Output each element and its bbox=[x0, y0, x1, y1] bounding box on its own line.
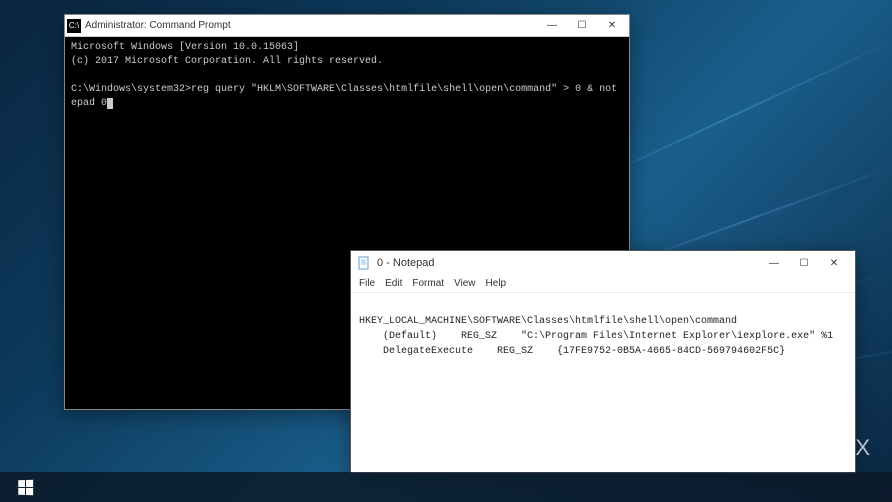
windows-logo-icon bbox=[18, 479, 33, 494]
notepad-content-line: HKEY_LOCAL_MACHINE\SOFTWARE\Classes\html… bbox=[359, 316, 737, 327]
cmd-title: Administrator: Command Prompt bbox=[85, 20, 537, 31]
cmd-output-line: (c) 2017 Microsoft Corporation. All righ… bbox=[71, 56, 383, 67]
menu-format[interactable]: Format bbox=[412, 278, 444, 289]
cmd-output-line: Microsoft Windows [Version 10.0.15063] bbox=[71, 42, 299, 53]
close-button[interactable]: ✕ bbox=[819, 253, 849, 273]
notepad-text-area[interactable]: HKEY_LOCAL_MACHINE\SOFTWARE\Classes\html… bbox=[351, 293, 855, 365]
notepad-content-line: DelegateExecute REG_SZ {17FE9752-0B5A-46… bbox=[359, 346, 785, 357]
minimize-button[interactable]: — bbox=[759, 253, 789, 273]
start-button[interactable] bbox=[8, 472, 42, 502]
maximize-button[interactable]: ☐ bbox=[567, 16, 597, 36]
cursor-icon bbox=[107, 98, 113, 109]
minimize-button[interactable]: — bbox=[537, 16, 567, 36]
notepad-window-controls: — ☐ ✕ bbox=[759, 253, 849, 273]
menu-view[interactable]: View bbox=[454, 278, 476, 289]
notepad-icon bbox=[357, 256, 371, 270]
notepad-title: 0 - Notepad bbox=[377, 257, 759, 269]
menu-file[interactable]: File bbox=[359, 278, 375, 289]
close-button[interactable]: ✕ bbox=[597, 16, 627, 36]
cmd-window-controls: — ☐ ✕ bbox=[537, 16, 627, 36]
cmd-prompt: C:\Windows\system32> bbox=[71, 84, 191, 95]
notepad-content-line: (Default) REG_SZ "C:\Program Files\Inter… bbox=[359, 331, 833, 342]
cmd-icon: C:\ bbox=[67, 19, 81, 33]
notepad-menubar: File Edit Format View Help bbox=[351, 275, 855, 293]
menu-edit[interactable]: Edit bbox=[385, 278, 402, 289]
cmd-terminal-body[interactable]: Microsoft Windows [Version 10.0.15063] (… bbox=[65, 37, 629, 115]
watermark: UG⚙TFIX bbox=[759, 435, 872, 462]
cmd-titlebar[interactable]: C:\ Administrator: Command Prompt — ☐ ✕ bbox=[65, 15, 629, 37]
menu-help[interactable]: Help bbox=[486, 278, 507, 289]
maximize-button[interactable]: ☐ bbox=[789, 253, 819, 273]
notepad-titlebar[interactable]: 0 - Notepad — ☐ ✕ bbox=[351, 251, 855, 275]
gear-icon: ⚙ bbox=[796, 437, 816, 462]
taskbar bbox=[0, 472, 892, 502]
